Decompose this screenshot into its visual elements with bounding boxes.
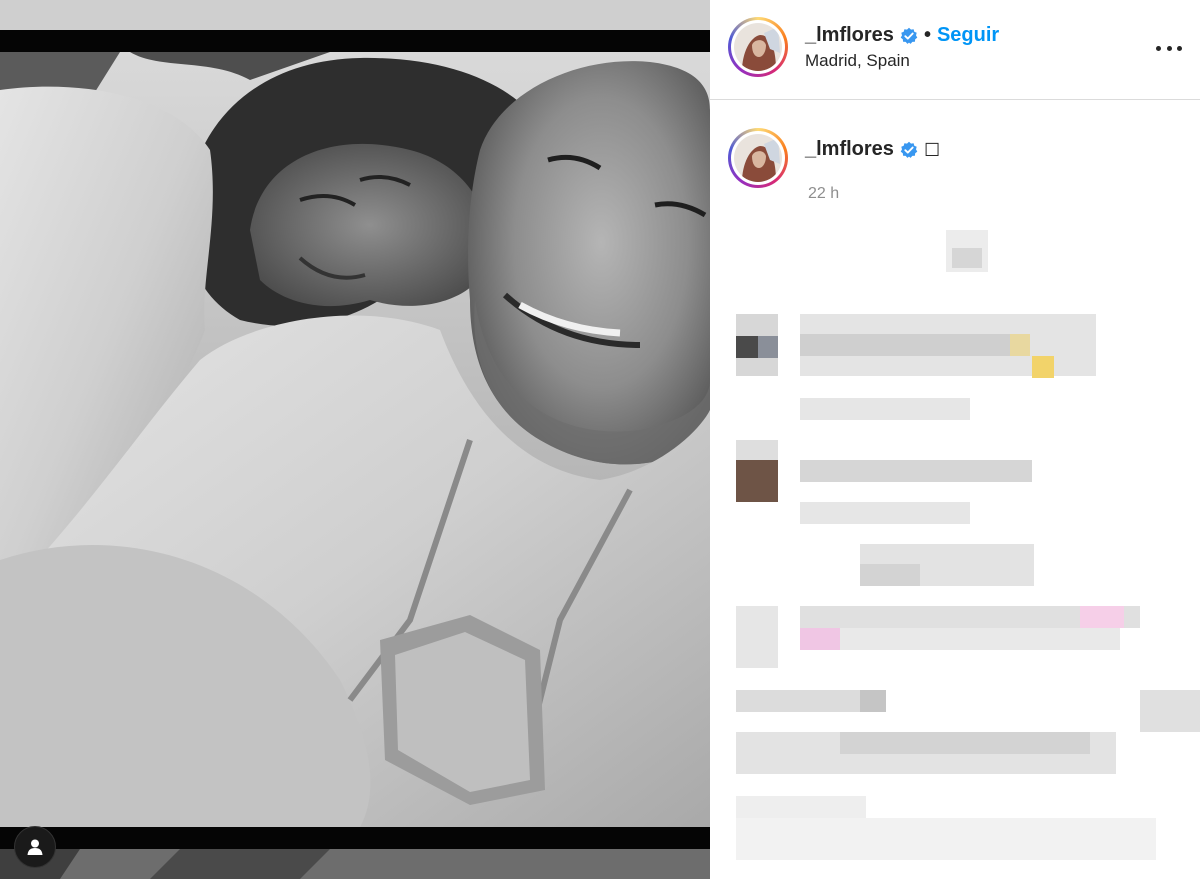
pixel-block [860,564,920,586]
black-and-white-selfie-image [0,0,710,879]
profile-avatar[interactable] [728,17,788,77]
user-tag-icon [27,839,43,855]
avatar-image [734,134,782,182]
pixel-block [800,334,1030,356]
verified-badge-icon [900,141,918,158]
pixel-block [1010,334,1030,356]
verified-badge-icon [900,27,918,44]
caption-author-username[interactable]: _lmflores [805,138,894,161]
pixel-block [1032,356,1054,378]
caption-text: ☐ [923,139,941,160]
pixel-block [952,248,982,268]
more-options-icon[interactable] [1156,38,1182,58]
pixel-block [800,628,840,650]
avatar-image [734,23,782,71]
caption: _lmflores ☐ [805,138,940,161]
post-header: _lmflores • Seguir Madrid, Spain [710,0,1200,100]
censored-comments [710,210,1200,879]
comment-avatar [736,606,778,668]
pixel-block [860,690,886,712]
follow-button[interactable]: Seguir [937,24,999,47]
pixel-block [736,796,866,818]
pixel-block [800,398,970,420]
pixel-block [736,818,1156,860]
post-side-panel: _lmflores • Seguir Madrid, Spain _lmflor… [710,0,1200,879]
post-photo[interactable] [0,0,710,879]
pixel-block [800,502,970,524]
separator-dot: • [923,24,931,46]
pixel-block [736,460,778,502]
pixel-block [736,336,758,358]
pixel-block [840,732,1090,754]
tag-people-button[interactable] [14,826,56,868]
pixel-block [840,628,1120,650]
pixel-block [1080,606,1124,628]
post-location[interactable]: Madrid, Spain [805,51,910,71]
post-author-username[interactable]: _lmflores [805,24,894,47]
caption-author-avatar[interactable] [728,128,788,188]
pixel-block [1140,690,1200,732]
pixel-block [758,336,778,358]
pixel-block [800,460,1032,482]
post-timestamp[interactable]: 22 h [808,185,839,203]
